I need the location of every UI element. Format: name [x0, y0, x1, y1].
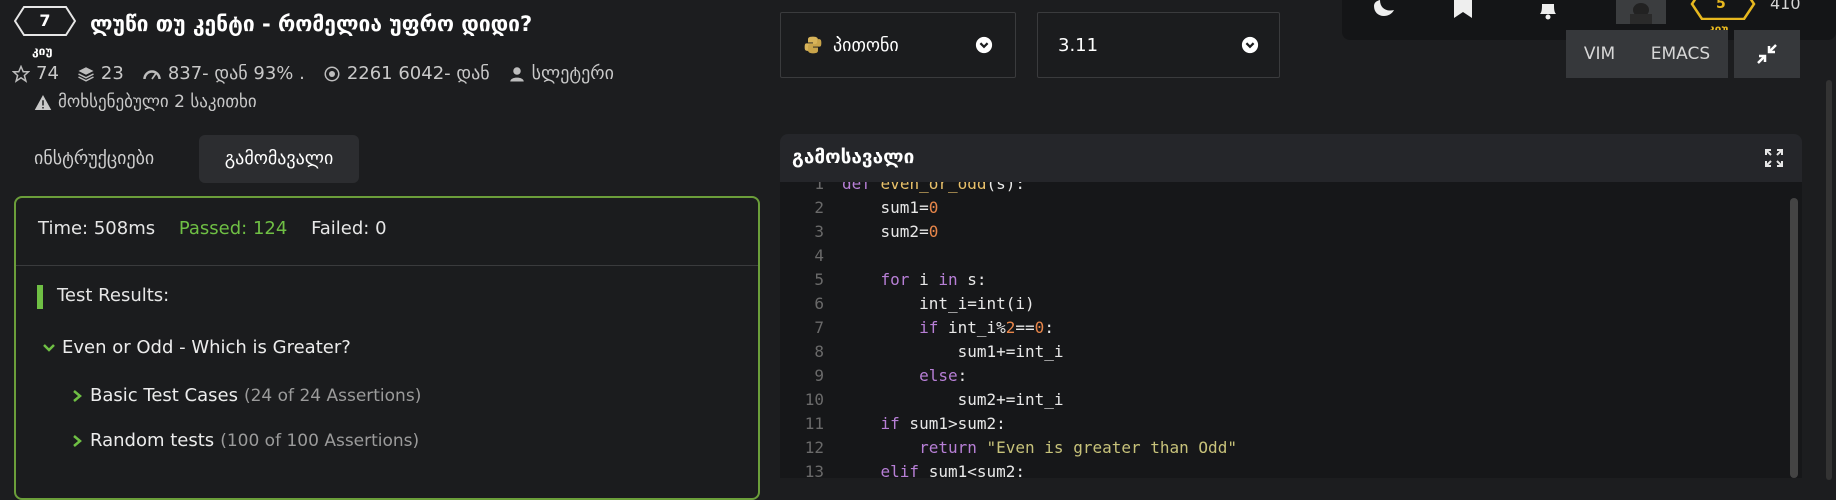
- output-header: [780, 134, 1802, 182]
- satisfaction-stat: 837- დან 93% .: [142, 63, 305, 84]
- layers-icon: [78, 66, 94, 82]
- target-icon: [324, 66, 340, 81]
- expand-icon[interactable]: [1764, 148, 1784, 168]
- keymap-emacs-button[interactable]: EMACS: [1651, 44, 1710, 64]
- completions-stat: 2261 6042- დან: [323, 63, 490, 84]
- code-line: if sum1>sum2:: [880, 414, 1006, 433]
- line-number: 5: [814, 270, 824, 289]
- line-number: 3: [814, 222, 824, 241]
- tab-instructions[interactable]: ინსტრუქციები: [20, 135, 168, 183]
- kata-stats: 74 23 837- დან 93% . 2261 6042- დან სლეტ…: [12, 63, 632, 84]
- python-icon: [804, 36, 822, 54]
- results-heading: Test Results:: [57, 285, 170, 306]
- user-icon: [509, 66, 524, 81]
- keymap-group: VIM EMACS: [1566, 30, 1728, 78]
- gauge-icon: [143, 69, 161, 79]
- avatar[interactable]: [1616, 0, 1666, 24]
- moon-icon[interactable]: [1372, 0, 1396, 16]
- passed-count: Passed: 124: [178, 218, 288, 239]
- code-line: return "Even is greater than Odd": [919, 438, 1237, 457]
- code-line: sum2=0: [842, 222, 939, 241]
- chevron-right-icon: [73, 389, 82, 402]
- author-stat[interactable]: სლეტერი: [508, 63, 614, 84]
- language-select[interactable]: პითონი: [780, 12, 1016, 78]
- line-number: 11: [804, 414, 824, 433]
- code-editor[interactable]: 1 def even_or_odd(s): 2 sum1=0 3 sum2=0 …: [780, 182, 1802, 478]
- user-rank-number: 5: [1716, 0, 1726, 12]
- issues-link[interactable]: მოხსენებული 2 საკითხი: [34, 92, 257, 112]
- page-scrollbar[interactable]: [1826, 80, 1832, 480]
- test-case-random[interactable]: Random tests (100 of 100 Assertions): [72, 430, 419, 451]
- line-number: 6: [814, 294, 824, 313]
- line-number: 13: [804, 462, 824, 478]
- code-line: for i in s:: [880, 270, 987, 289]
- rank-number: 7: [39, 11, 51, 30]
- kata-title: ლუწი თუ კენტი - რომელია უფრო დიდი?: [90, 12, 533, 36]
- star-icon: [12, 64, 30, 83]
- results-summary: Time: 508ms Passed: 124 Failed: 0: [38, 218, 387, 239]
- honor-count: 410: [1770, 0, 1801, 13]
- collapse-icon: [1757, 44, 1777, 64]
- line-number: 4: [814, 246, 824, 265]
- bookmark-icon[interactable]: [1452, 0, 1474, 18]
- chevron-down-circle-icon: [975, 36, 993, 54]
- code-line: def even_or_odd(s):: [842, 182, 1026, 193]
- line-number: 8: [814, 342, 824, 361]
- chevron-down-icon: [43, 343, 55, 352]
- collections-stat: 23: [77, 63, 124, 84]
- line-number: 7: [814, 318, 824, 337]
- code-line: sum1=0: [842, 198, 939, 217]
- rank-label: კიუ: [32, 44, 53, 58]
- run-time: Time: 508ms: [38, 218, 156, 239]
- keymap-vim-button[interactable]: VIM: [1584, 44, 1615, 64]
- test-group[interactable]: Even or Odd - Which is Greater?: [42, 337, 351, 358]
- results-divider: [16, 265, 758, 266]
- output-title: გამოსავალი: [792, 146, 915, 168]
- code-line: int_i=int(i): [842, 294, 1035, 313]
- editor-scrollbar[interactable]: [1790, 198, 1798, 478]
- code-line: sum1+=int_i: [842, 342, 1064, 361]
- line-number: 10: [804, 390, 824, 409]
- version-select[interactable]: 3.11: [1037, 12, 1280, 78]
- code-line: else:: [919, 366, 968, 385]
- warning-icon: [34, 94, 52, 110]
- chevron-right-icon: [73, 434, 82, 447]
- tab-output[interactable]: გამომავალი: [199, 135, 359, 183]
- stars-stat[interactable]: 74: [12, 63, 59, 84]
- code-line: elif sum1<sum2:: [880, 462, 1026, 478]
- chevron-down-circle-icon: [1241, 36, 1259, 54]
- code-line: if int_i%2==0:: [919, 318, 1054, 337]
- fullscreen-button[interactable]: [1734, 30, 1800, 78]
- failed-count: Failed: 0: [311, 218, 387, 239]
- bell-icon[interactable]: [1536, 0, 1560, 20]
- line-number: 12: [804, 438, 824, 457]
- results-heading-bar: [37, 285, 43, 309]
- line-number: 9: [814, 366, 824, 385]
- code-line: sum2+=int_i: [842, 390, 1064, 409]
- test-case-basic[interactable]: Basic Test Cases (24 of 24 Assertions): [72, 385, 421, 406]
- line-number: 2: [814, 198, 824, 217]
- line-number: 1: [814, 182, 824, 193]
